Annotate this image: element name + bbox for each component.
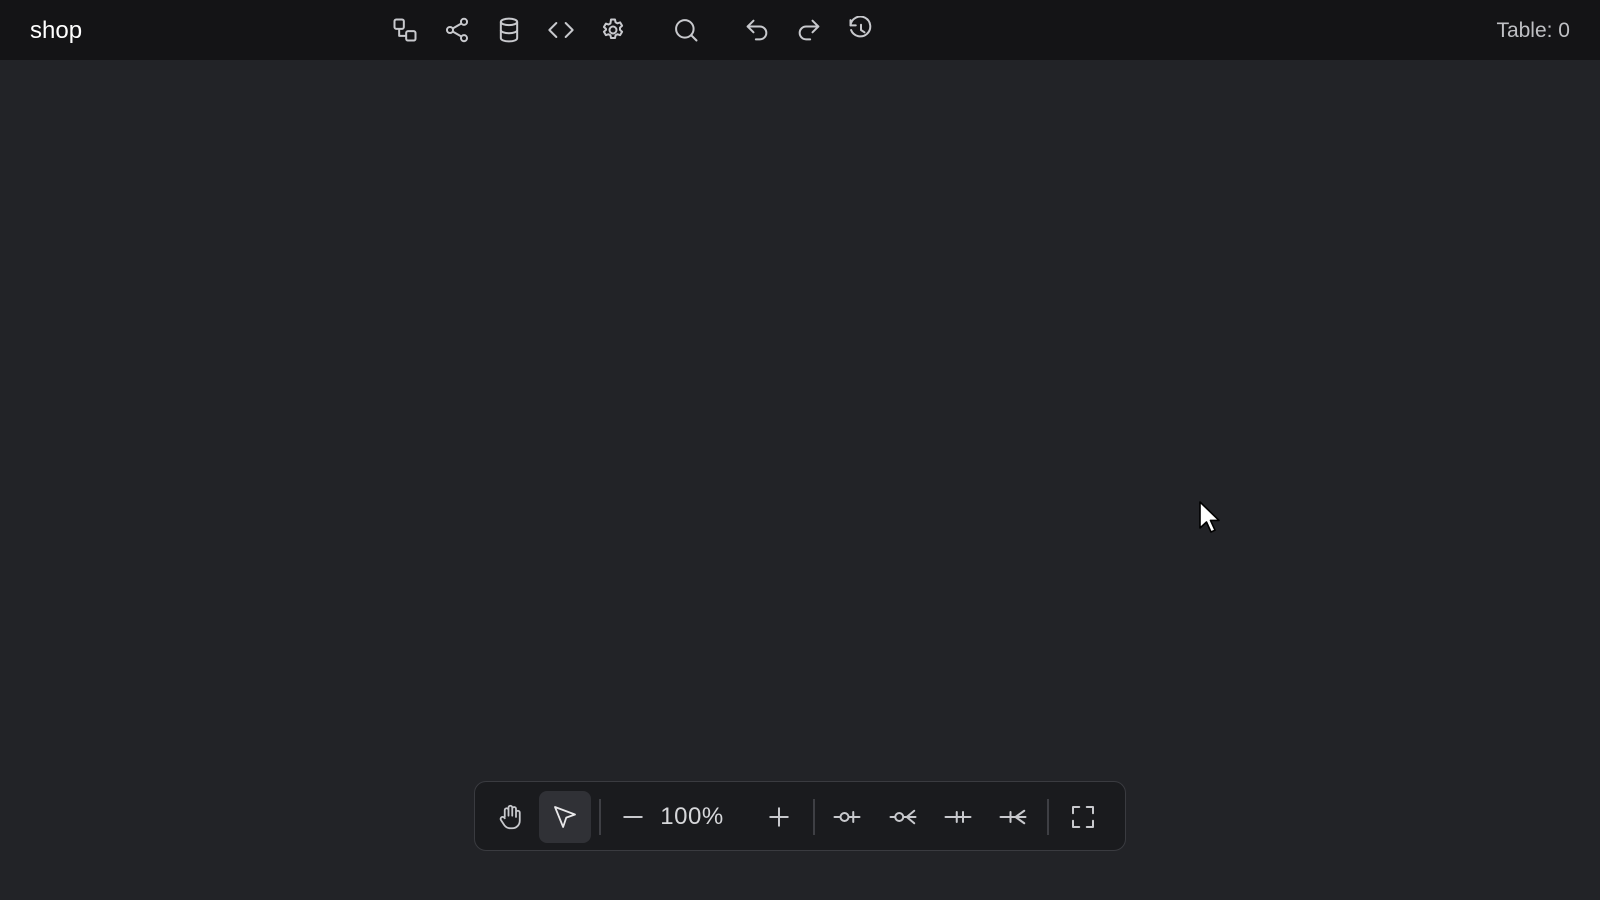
undo-icon[interactable] [739, 12, 775, 48]
relation-one-many-icon[interactable] [987, 791, 1039, 843]
history-icon[interactable] [843, 12, 879, 48]
toolbar-divider [599, 799, 601, 835]
hand-tool-icon[interactable] [485, 791, 537, 843]
diagram-canvas[interactable] [0, 60, 1600, 900]
fullscreen-icon[interactable] [1057, 791, 1109, 843]
table-count: Table: 0 [1496, 19, 1570, 42]
code-icon[interactable] [543, 12, 579, 48]
redo-icon[interactable] [791, 12, 827, 48]
diagram-icon[interactable] [387, 12, 423, 48]
project-title[interactable]: shop [30, 17, 82, 45]
relation-many-icon[interactable] [877, 791, 929, 843]
toolbar-divider [1047, 799, 1049, 835]
search-icon[interactable] [668, 12, 704, 48]
zoom-in-button[interactable] [753, 791, 805, 843]
relation-one-one-icon[interactable] [932, 791, 984, 843]
share-icon[interactable] [439, 12, 475, 48]
top-bar: shop Table: 0 [0, 0, 1600, 60]
select-tool-icon[interactable] [539, 791, 591, 843]
toolbar-divider [813, 799, 815, 835]
canvas-toolbar: 100% [474, 781, 1126, 851]
relation-one-icon[interactable] [821, 791, 873, 843]
zoom-level[interactable]: 100% [647, 803, 737, 831]
settings-icon[interactable] [595, 12, 631, 48]
mouse-cursor-icon [1198, 500, 1224, 538]
database-icon[interactable] [491, 12, 527, 48]
